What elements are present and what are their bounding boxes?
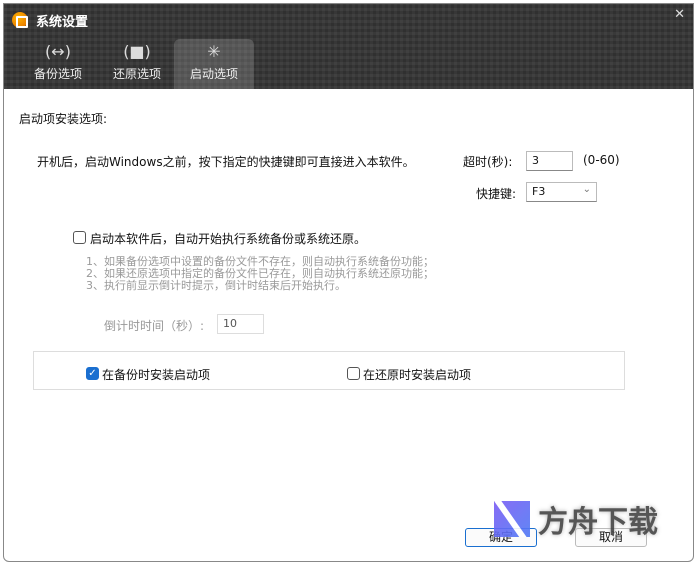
install-on-backup-checkbox[interactable]: ✓ [86, 367, 99, 380]
countdown-label: 倒计时时间（秒）: [104, 319, 205, 333]
install-on-backup-label[interactable]: 在备份时安装启动项 [102, 366, 210, 383]
ok-button[interactable]: 确定 [465, 528, 537, 547]
loading-spinner-icon: ✳ [207, 42, 221, 61]
countdown-input[interactable]: 10 [217, 314, 264, 334]
tab-restore[interactable]: (■) 还原选项 [97, 39, 177, 89]
description-text: 开机后，启动Windows之前，按下指定的快捷键即可直接进入本软件。 [37, 155, 415, 169]
hotkey-value: F3 [532, 185, 546, 198]
note-3: 3、执行前显示倒计时提示，倒计时结束后开始执行。 [86, 279, 346, 292]
tab-label: 备份选项 [33, 67, 82, 81]
hotkey-select[interactable]: F3 ⌄ [526, 182, 597, 202]
chevron-down-icon: ⌄ [582, 184, 591, 195]
close-icon[interactable]: ✕ [674, 7, 685, 22]
cancel-button[interactable]: 取消 [575, 528, 647, 547]
tab-startup[interactable]: ✳ 启动选项 [174, 39, 254, 89]
tab-label: 启动选项 [189, 67, 238, 81]
restore-icon: (■) [123, 42, 151, 61]
install-on-restore-checkbox[interactable] [347, 367, 360, 380]
timeout-range: (0-60) [583, 153, 620, 167]
app-logo-icon [12, 12, 28, 28]
window-title: 系统设置 [36, 15, 89, 30]
install-on-restore-label[interactable]: 在还原时安装启动项 [363, 366, 471, 383]
auto-run-label[interactable]: 启动本软件后，自动开始执行系统备份或系统还原。 [90, 230, 366, 247]
backup-icon: (↔) [45, 42, 71, 61]
timeout-input[interactable]: 3 [526, 151, 573, 171]
tab-label: 还原选项 [112, 67, 161, 81]
auto-run-checkbox[interactable] [73, 231, 86, 244]
section-title: 启动项安装选项: [19, 112, 108, 126]
tab-backup[interactable]: (↔) 备份选项 [18, 39, 98, 89]
hotkey-label: 快捷键: [476, 187, 517, 201]
timeout-label: 超时(秒): [463, 155, 513, 169]
title-bar: 系统设置 ✕ (↔) 备份选项 (■) 还原选项 ✳ 启动选项 [4, 4, 693, 89]
